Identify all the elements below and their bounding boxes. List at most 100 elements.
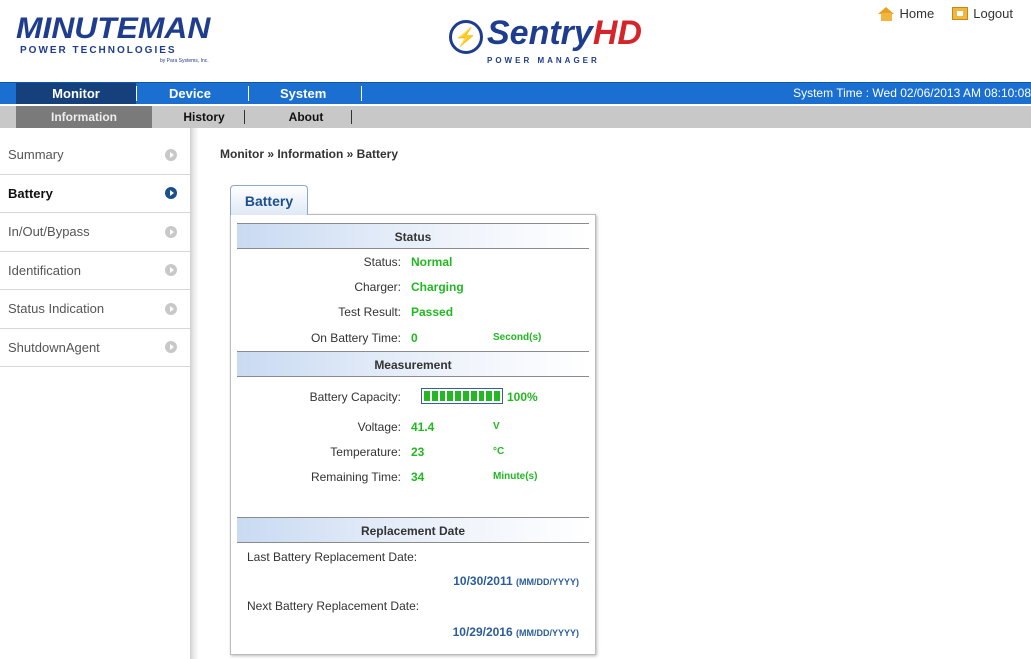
remaining-time-label: Remaining Time: xyxy=(310,470,401,484)
minuteman-logo[interactable]: MINUTEMAN POWER TECHNOLOGIES by Para Sys… xyxy=(10,6,232,68)
next-replacement-value-row: 10/29/2016 (MM/DD/YYYY) xyxy=(237,621,589,643)
sidebar-item-in-out-bypass[interactable]: In/Out/Bypass xyxy=(0,213,190,252)
top-links: Home Logout xyxy=(877,6,1013,21)
nav-divider xyxy=(136,86,137,101)
voltage-unit: V xyxy=(493,421,500,432)
on-battery-time-label: On Battery Time: xyxy=(310,331,401,345)
sidebar-item-label: Battery xyxy=(8,185,53,201)
last-replacement-label-row: Last Battery Replacement Date: xyxy=(237,546,589,568)
temperature-unit: °C xyxy=(493,446,505,457)
charger-label: Charger: xyxy=(354,280,401,294)
remaining-time-unit: Minute(s) xyxy=(493,471,538,482)
last-replacement-label: Last Battery Replacement Date: xyxy=(247,550,418,564)
test-result-value: Passed xyxy=(411,305,454,319)
sidebar-item-label: Status Indication xyxy=(8,301,105,317)
remaining-time-row: Remaining Time: 34 Minute(s) xyxy=(237,466,589,488)
sidebar-item-battery[interactable]: Battery xyxy=(0,175,190,213)
arrow-right-icon xyxy=(165,264,177,277)
logout-icon xyxy=(952,7,969,20)
battery-capacity-segment xyxy=(447,391,454,401)
logo-wordmark: MINUTEMAN xyxy=(16,12,211,45)
next-replacement-date: 10/29/2016 xyxy=(452,625,513,639)
battery-capacity-bar xyxy=(421,388,503,404)
temperature-row: Temperature: 23 °C xyxy=(237,441,589,463)
plug-icon: ⚡ xyxy=(449,20,483,54)
sidebar-item-label: Identification xyxy=(8,262,81,278)
next-replacement-value: 10/29/2016 (MM/DD/YYYY) xyxy=(453,621,579,644)
charger-row: Charger: Charging xyxy=(237,276,589,298)
page-header: MINUTEMAN POWER TECHNOLOGIES by Para Sys… xyxy=(0,0,1031,82)
arrow-right-icon xyxy=(165,225,177,238)
next-replacement-label-row: Next Battery Replacement Date: xyxy=(237,595,589,617)
arrow-right-icon xyxy=(165,341,177,354)
battery-capacity-segment xyxy=(424,391,430,401)
subtab-information[interactable]: Information xyxy=(16,106,152,128)
status-heading: Status xyxy=(237,223,589,249)
measurement-heading: Measurement xyxy=(237,351,589,377)
product-name-suffix: HD xyxy=(592,14,642,52)
product-name: SentryHD xyxy=(487,14,642,53)
voltage-row: Voltage: 41.4 V xyxy=(237,416,589,438)
battery-capacity-row: Battery Capacity: 100% xyxy=(237,386,589,408)
battery-capacity-segment xyxy=(478,391,485,401)
tab-system[interactable]: System xyxy=(280,83,340,104)
date-format-hint: (MM/DD/YYYY) xyxy=(516,577,579,587)
last-replacement-value-row: 10/30/2011 (MM/DD/YYYY) xyxy=(237,570,589,592)
subnav-divider xyxy=(351,110,352,124)
battery-capacity-segment xyxy=(486,391,493,401)
status-label: Status: xyxy=(363,255,401,269)
sidebar-item-label: Summary xyxy=(8,147,64,163)
test-result-label: Test Result: xyxy=(338,305,401,319)
battery-capacity-segment xyxy=(439,391,446,401)
home-link[interactable]: Home xyxy=(877,6,934,21)
subtab-history[interactable]: History xyxy=(172,106,236,128)
voltage-label: Voltage: xyxy=(357,420,401,434)
system-time: System Time : Wed 02/06/2013 AM 08:10:08 xyxy=(793,86,1031,100)
nav-divider xyxy=(361,86,362,101)
sentryhd-logo: ⚡ SentryHD POWER MANAGER xyxy=(445,14,642,70)
tab-monitor[interactable]: Monitor xyxy=(16,83,136,104)
battery-capacity-segment xyxy=(431,391,438,401)
arrow-right-icon xyxy=(165,302,177,315)
breadcrumb: Monitor » Information » Battery xyxy=(220,147,399,161)
remaining-time-value: 34 xyxy=(411,470,425,484)
battery-capacity-segment xyxy=(462,391,469,401)
last-replacement-date: 10/30/2011 xyxy=(453,574,513,588)
arrow-right-icon xyxy=(165,187,177,200)
sidebar-divider xyxy=(190,128,198,659)
battery-capacity-label: Battery Capacity: xyxy=(309,390,401,404)
sidebar-item-label: ShutdownAgent xyxy=(8,339,100,355)
logout-link[interactable]: Logout xyxy=(952,6,1013,21)
sidebar-item-status-indication[interactable]: Status Indication xyxy=(0,290,190,329)
sidebar-item-identification[interactable]: Identification xyxy=(0,252,190,290)
nav-divider xyxy=(248,86,249,101)
logout-link-label: Logout xyxy=(973,6,1013,21)
tab-device[interactable]: Device xyxy=(169,83,229,104)
main-nav: Monitor Device System System Time : Wed … xyxy=(0,82,1031,104)
logo-fine-print: by Para Systems, Inc. xyxy=(160,58,209,64)
product-subtitle: POWER MANAGER xyxy=(487,56,600,65)
next-replacement-label: Next Battery Replacement Date: xyxy=(247,599,420,613)
battery-capacity-segment xyxy=(470,391,477,401)
charger-value: Charging xyxy=(411,280,464,294)
home-icon xyxy=(877,6,895,21)
test-result-row: Test Result: Passed xyxy=(237,301,589,323)
sidebar-item-shutdownagent[interactable]: ShutdownAgent xyxy=(0,329,190,367)
sidebar-item-summary[interactable]: Summary xyxy=(0,136,190,175)
arrow-right-icon xyxy=(165,148,177,161)
battery-capacity-segment xyxy=(494,391,500,401)
voltage-value: 41.4 xyxy=(411,420,435,434)
battery-panel: Status Status: Normal Charger: Charging … xyxy=(230,214,596,655)
subtab-about[interactable]: About xyxy=(270,106,342,128)
product-name-main: Sentry xyxy=(487,14,593,52)
status-row: Status: Normal xyxy=(237,251,589,273)
subnav-divider xyxy=(244,110,245,124)
last-replacement-value: 10/30/2011 (MM/DD/YYYY) xyxy=(453,570,579,593)
logo-subtitle: POWER TECHNOLOGIES xyxy=(20,45,177,56)
tab-battery[interactable]: Battery xyxy=(230,185,308,215)
battery-capacity-segment xyxy=(455,391,461,401)
date-format-hint: (MM/DD/YYYY) xyxy=(516,628,579,638)
on-battery-time-unit: Second(s) xyxy=(493,332,542,343)
sub-nav: Information History About xyxy=(0,106,1031,128)
temperature-value: 23 xyxy=(411,445,425,459)
